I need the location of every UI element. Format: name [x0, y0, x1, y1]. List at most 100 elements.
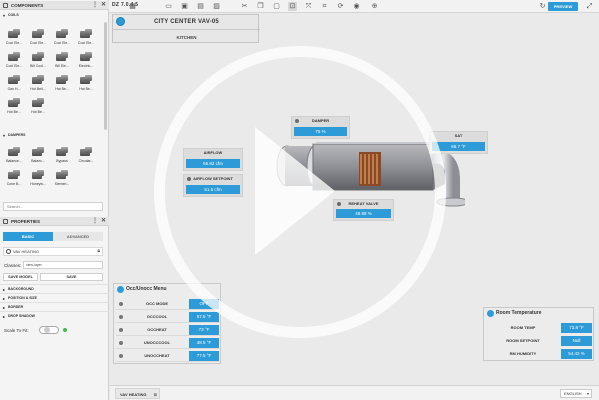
kebab-menu-icon[interactable]: ⋮	[92, 1, 98, 10]
language-select[interactable]: ENGLISH	[560, 389, 592, 398]
component-preview-icon	[55, 27, 69, 40]
title-box[interactable]: CITY CENTER VAV-05 KITCHEN	[112, 14, 260, 43]
component-preview-icon	[79, 50, 93, 63]
component-thumbnail[interactable]: Bill Cool...	[28, 50, 48, 70]
page-tab-label: VAV HEATING	[120, 392, 147, 397]
component-thumbnail-label: Cone B...	[6, 182, 22, 186]
component-preview-icon	[55, 168, 69, 181]
component-thumbnail[interactable]: Cool Ele...	[28, 27, 48, 47]
components-scrollbar[interactable]	[104, 22, 107, 130]
preview-button[interactable]: PREVIEW	[548, 2, 578, 11]
refresh-icon[interactable]: ↻	[538, 2, 547, 11]
component-thumbnail[interactable]: Gas H...	[4, 73, 24, 93]
component-thumbnail[interactable]: Hot Be...	[28, 96, 48, 116]
component-thumbnail[interactable]: Bill Ele...	[52, 50, 72, 70]
transform-icon[interactable]: ⤧	[304, 2, 313, 11]
component-search-input[interactable]	[3, 202, 103, 211]
component-thumbnail[interactable]: Cool Ele...	[4, 50, 24, 70]
component-preview-icon	[31, 96, 45, 109]
component-thumbnail[interactable]: Hot Be...	[76, 73, 96, 93]
component-thumbnail[interactable]: Cone B...	[4, 168, 24, 188]
components-header: COMPONENTS ⋮ ✕	[0, 1, 109, 10]
crosshair-icon[interactable]: ⊕	[370, 2, 379, 11]
point-status-dot	[119, 328, 123, 332]
section-position-size[interactable]: POSITION & SIZE	[0, 293, 109, 303]
component-thumbnail[interactable]: Cool Ele...	[76, 27, 96, 47]
save-model-button[interactable]: SAVE MODEL	[3, 273, 38, 281]
component-thumbnail[interactable]: Hot Be...	[4, 96, 24, 116]
save-button[interactable]: SAVE	[40, 273, 103, 281]
paste-icon[interactable]: ▢	[272, 2, 281, 11]
component-preview-icon	[7, 145, 21, 158]
close-tab-icon[interactable]: ⊠	[154, 389, 157, 400]
occ-row-label: UNOCCCOOL	[143, 340, 171, 345]
component-thumbnail[interactable]: Siemen...	[52, 168, 72, 188]
properties-icon	[3, 219, 8, 224]
folder-icon[interactable]: ▭	[164, 2, 173, 11]
left-panel: COMPONENTS ⋮ ✕ COILS Cool Ele... Cool Ele…	[0, 0, 109, 400]
classes-input[interactable]: view-layer	[23, 261, 103, 269]
occ-row[interactable]: OCCHEAT 73 °F	[116, 324, 220, 336]
component-thumbnail[interactable]: Honeyw...	[28, 168, 48, 188]
kebab-menu-icon[interactable]: ⋮	[92, 217, 98, 226]
expand-icon[interactable]: ⤢	[585, 2, 594, 11]
component-thumbnail[interactable]: Balance...	[4, 145, 24, 165]
room-row[interactable]: RM HUMIDITY 54.42 %	[486, 348, 593, 360]
component-thumbnail[interactable]: Hot Beli...	[28, 73, 48, 93]
component-name-field[interactable]: VAV HEATING 🔒︎	[3, 247, 103, 256]
save-icon[interactable]: ▣	[180, 2, 189, 11]
component-thumbnail-label: Hot Be...	[55, 87, 69, 91]
occ-row-label: OCC MODE	[146, 301, 168, 306]
component-preview-icon	[7, 73, 21, 86]
occ-row[interactable]: OCCCOOL 57.5 °F	[116, 311, 220, 323]
section-background[interactable]: BACKGROUND	[0, 284, 109, 294]
tab-advanced[interactable]: ADVANCED	[53, 232, 103, 241]
record-icon[interactable]: ◉	[352, 2, 361, 11]
lock-icon[interactable]: 🔒︎	[97, 248, 100, 255]
component-thumbnail[interactable]: Balanc...	[28, 145, 48, 165]
classes-label: Classes:	[4, 263, 22, 268]
coils-group-header[interactable]: COILS	[0, 12, 109, 19]
section-border[interactable]: BORDER	[0, 302, 109, 312]
component-thumbnail-label: Hot Beli...	[30, 87, 46, 91]
component-thumbnail[interactable]: Bypass	[52, 145, 72, 165]
dashboard-icon[interactable]: ▦	[128, 2, 137, 11]
component-preview-icon	[7, 27, 21, 40]
close-icon[interactable]: ✕	[101, 217, 106, 226]
occ-row[interactable]: UNOCCCOOL 48.5 °F	[116, 337, 220, 349]
room-row[interactable]: ROOM TEMP 73.8 °F	[486, 322, 593, 334]
component-thumbnail-label: Hot Be...	[79, 87, 93, 91]
schedule-icon	[117, 286, 124, 293]
component-thumbnail-label: Electric...	[78, 64, 94, 68]
properties-header: PROPERTIES ⋮ ✕	[0, 217, 109, 226]
crop-icon[interactable]: ⌗	[320, 2, 329, 11]
dampers-group-header[interactable]: DAMPERS	[0, 132, 109, 139]
component-thumbnail[interactable]: Hot Be...	[52, 73, 72, 93]
close-icon[interactable]: ✕	[101, 1, 106, 10]
component-thumbnail-label: Gas H...	[7, 87, 21, 91]
occ-row[interactable]: UNOCCHEAT 77.5 °F	[116, 350, 220, 362]
play-icon[interactable]	[255, 127, 335, 255]
component-thumbnail[interactable]: Electric...	[76, 50, 96, 70]
image-icon[interactable]: ▨	[212, 2, 221, 11]
component-thumbnail-label: Honeyw...	[30, 182, 46, 186]
scale-to-fit-toggle[interactable]	[39, 326, 59, 334]
properties-tabs: BASIC ADVANCED	[3, 232, 103, 241]
component-thumbnail[interactable]: Cool Ele...	[4, 27, 24, 47]
copy-icon[interactable]: ❐	[256, 2, 265, 11]
page-tab-vav-heating[interactable]: VAV HEATING ⊠	[115, 388, 160, 399]
component-thumbnail-label: Bill Ele...	[55, 64, 69, 68]
component-preview-icon	[55, 50, 69, 63]
save-as-icon[interactable]: ▤	[196, 2, 205, 11]
tab-basic[interactable]: BASIC	[3, 232, 53, 241]
occ-row-value: 48.5 °F	[189, 338, 219, 348]
room-row[interactable]: ROOM SETPOINT Null	[486, 335, 593, 347]
component-thumbnail-label: Cool Ele...	[77, 41, 95, 45]
component-thumbnail[interactable]: Circular...	[76, 145, 96, 165]
components-icon	[3, 3, 8, 8]
cut-icon[interactable]: ✂	[240, 2, 249, 11]
section-drop-shadow[interactable]: DROP SHADOW	[0, 311, 109, 321]
component-thumbnail[interactable]: Cool Ele...	[52, 27, 72, 47]
select-icon[interactable]: ⊡	[288, 2, 297, 11]
rotate-icon[interactable]: ⟳	[336, 2, 345, 11]
